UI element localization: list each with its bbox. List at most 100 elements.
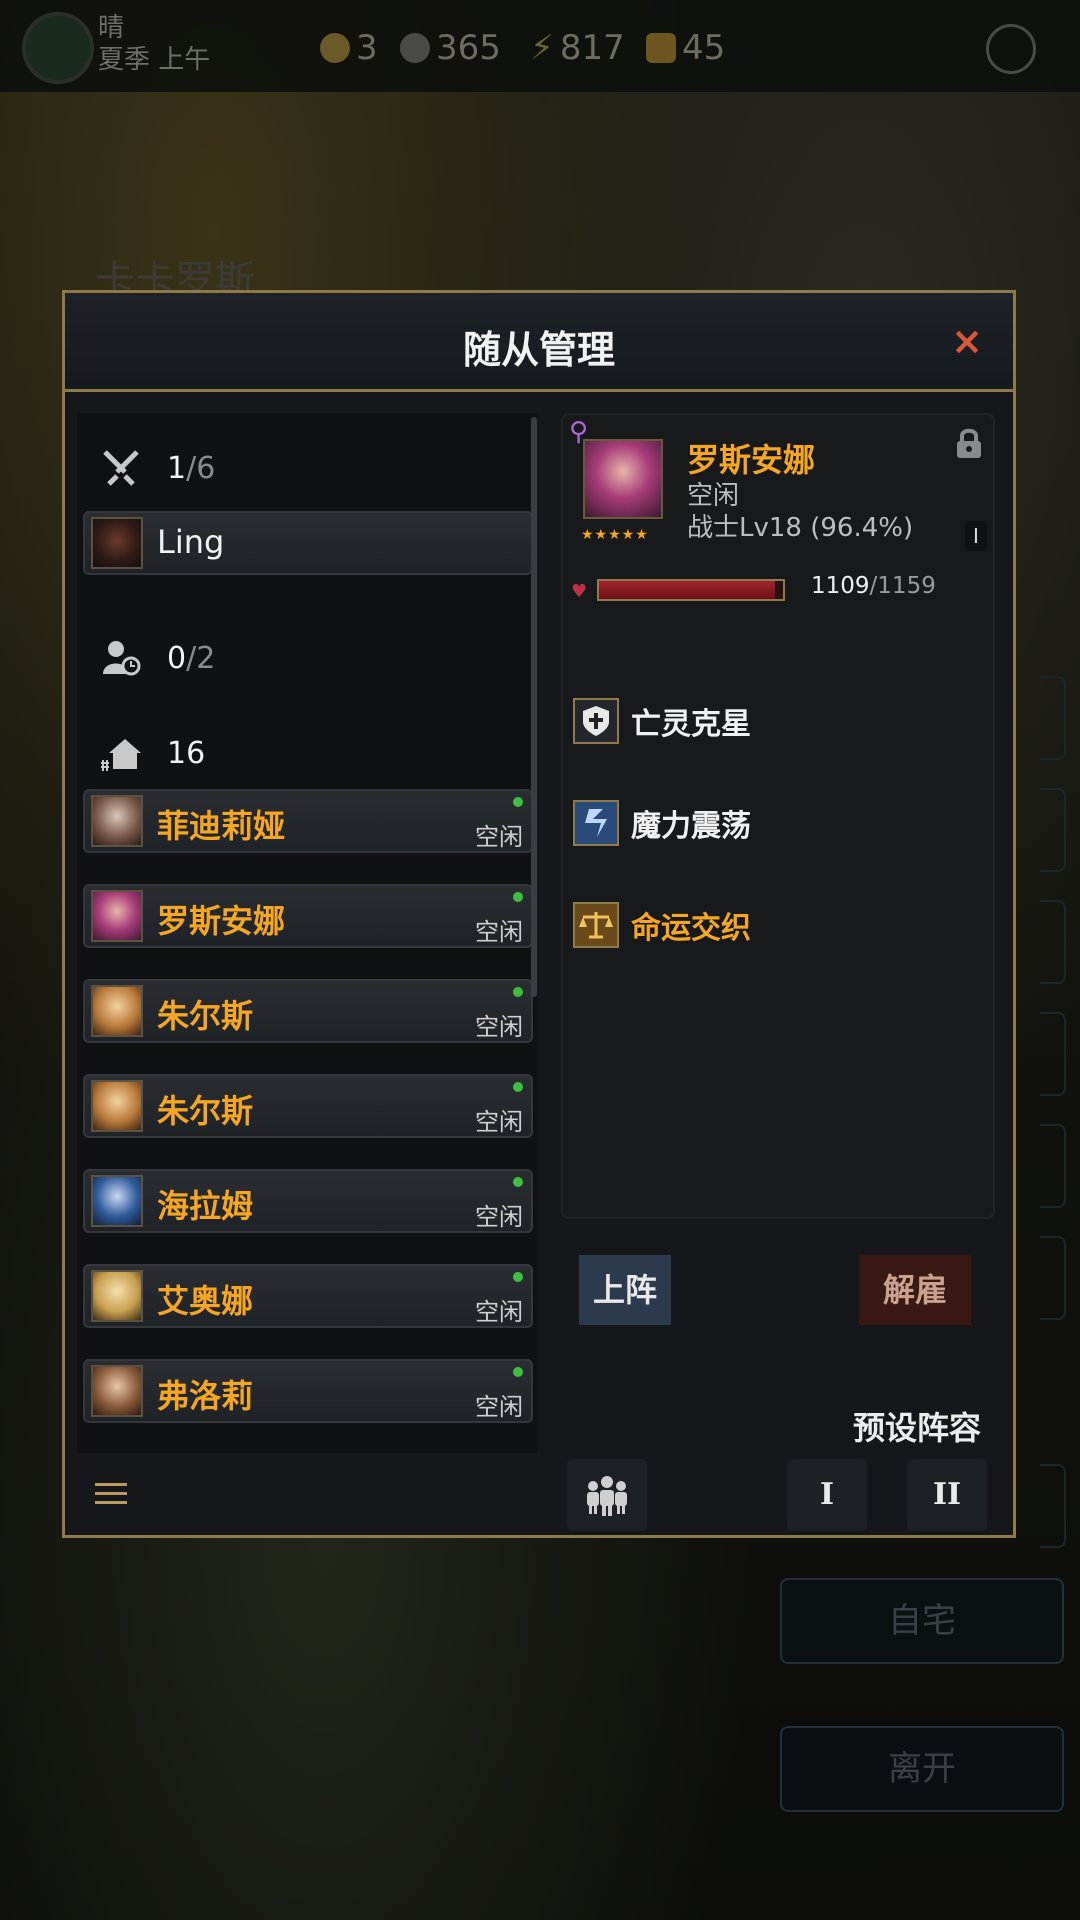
gold-coin-icon [320,33,350,63]
side-panel-edge [1040,1236,1066,1320]
resource-value: 3 [356,28,378,68]
follower-avatar [91,985,143,1037]
online-status-dot [513,1082,523,1092]
dismiss-button[interactable]: 解雇 [859,1255,971,1325]
group-members-button[interactable] [567,1459,647,1531]
online-status-dot [513,1272,523,1282]
rarity-stars: ★★★★★ [581,527,649,543]
hp-current: 1109 [811,573,870,599]
skill-name: 亡灵克星 [631,707,751,742]
season-time-label: 夏季 上午 [98,45,211,75]
online-status-dot [513,987,523,997]
lock-icon[interactable] [955,427,983,463]
follower-row[interactable]: 朱尔斯 空闲 [83,1074,533,1138]
scales-icon [573,902,619,948]
count-current: 0 [167,640,187,676]
skill-item[interactable]: 亡灵克星 [573,695,751,747]
group-icon [587,1476,627,1516]
resource-gold: 3 [320,28,378,68]
follower-status: 空闲 [475,1393,523,1421]
side-panel-edge [1040,788,1066,872]
person-clock-icon [97,634,145,682]
follower-name: 弗洛莉 [157,1377,254,1415]
preset-lineup-label: 预设阵容 [853,1409,982,1447]
player-row[interactable]: Ling [83,511,533,575]
follower-row[interactable]: 艾奥娜 空闲 [83,1264,533,1328]
shield-cross-icon [573,698,619,744]
follower-row[interactable]: 朱尔斯 空闲 [83,979,533,1043]
preset-1-button[interactable]: I [787,1459,867,1531]
online-status-dot [513,1177,523,1187]
deploy-button[interactable]: 上阵 [579,1255,671,1325]
home-button[interactable]: 自宅 [780,1578,1064,1664]
follower-detail-panel: ⚲ ★★★★★ 罗斯安娜 空闲 战士Lv18 (96.4%) I ♥ 1109/… [561,413,995,1219]
resource-value: 45 [682,28,726,68]
gem-icon [646,33,676,63]
skill-item[interactable]: 魔力震荡 [573,797,751,849]
weather-dial-icon[interactable] [22,12,94,84]
follower-row[interactable]: 罗斯安娜 空闲 [83,884,533,948]
resource-value: 365 [436,28,501,68]
follower-name: 艾奥娜 [157,1282,254,1320]
player-avatar [91,517,143,569]
skill-item[interactable]: 命运交织 [573,899,751,951]
resource-silver: 365 [400,28,501,68]
reserve-count: 0 / 2 [97,633,215,683]
count-current: 1 [167,450,187,486]
follower-avatar [91,1080,143,1132]
follower-avatar [91,1270,143,1322]
battle-party-count: 1 / 6 [97,443,215,493]
weather-label: 晴 [98,13,125,43]
follower-row[interactable]: 菲迪莉娅 空闲 [83,789,533,853]
profile-icon[interactable] [986,24,1036,74]
follower-management-dialog: 随从管理 × 1 / 6 Ling 0 / 2 16 菲迪莉娅 空闲 罗斯安娜 … [62,290,1016,1538]
follower-avatar [91,890,143,942]
energy-bolt-icon: ⚡ [530,28,554,68]
follower-portrait[interactable] [583,439,663,519]
resource-energy: ⚡ 817 [530,28,625,68]
lightning-icon [573,800,619,846]
silver-coin-icon [400,33,430,63]
side-panel-edge [1040,1012,1066,1096]
follower-status: 空闲 [475,1013,523,1041]
online-status-dot [513,797,523,807]
side-panel-edge [1040,1124,1066,1208]
follower-name: 罗斯安娜 [157,902,286,940]
preset-tag: I [965,521,987,551]
preset-2-button[interactable]: II [907,1459,987,1531]
heart-icon: ♥ [571,581,588,602]
follower-name: 菲迪莉娅 [157,807,286,845]
list-scrollbar[interactable] [531,417,537,997]
follower-name: 朱尔斯 [157,997,254,1035]
follower-status: 空闲 [475,1298,523,1326]
leave-button[interactable]: 离开 [780,1726,1064,1812]
count-separator: / [186,450,197,486]
skill-name: 魔力震荡 [631,809,751,844]
follower-row[interactable]: 弗洛莉 空闲 [83,1359,533,1423]
follower-status: 空闲 [475,823,523,851]
follower-status: 空闲 [475,1203,523,1231]
follower-name: 海拉姆 [157,1187,254,1225]
follower-row[interactable]: 海拉姆 空闲 [83,1169,533,1233]
follower-status: 空闲 [475,918,523,946]
top-status-bar: 晴 夏季 上午 3 365 ⚡ 817 45 [0,0,1080,92]
side-panel-edge [1040,900,1066,984]
menu-icon[interactable] [95,1483,127,1507]
follower-avatar [91,1365,143,1417]
close-icon[interactable]: × [951,319,983,363]
dialog-title: 随从管理 [462,328,615,372]
online-status-dot [513,1367,523,1377]
dialog-header: 随从管理 × [65,293,1013,392]
house-icon [97,729,145,777]
side-panel-edge [1040,676,1066,760]
resource-value: 817 [559,28,625,68]
count-separator: / [186,640,197,676]
crossed-swords-icon [97,444,145,492]
online-status-dot [513,892,523,902]
count-max: 2 [196,640,216,676]
follower-list-panel[interactable]: 1 / 6 Ling 0 / 2 16 菲迪莉娅 空闲 罗斯安娜 空闲 朱尔斯 空闲 朱尔斯… [77,413,537,1453]
count-max: 6 [196,450,216,486]
side-panel-edge [1040,1464,1066,1548]
follower-class-level: 战士Lv18 (96.4%) [687,513,914,543]
hp-bar [597,579,785,601]
